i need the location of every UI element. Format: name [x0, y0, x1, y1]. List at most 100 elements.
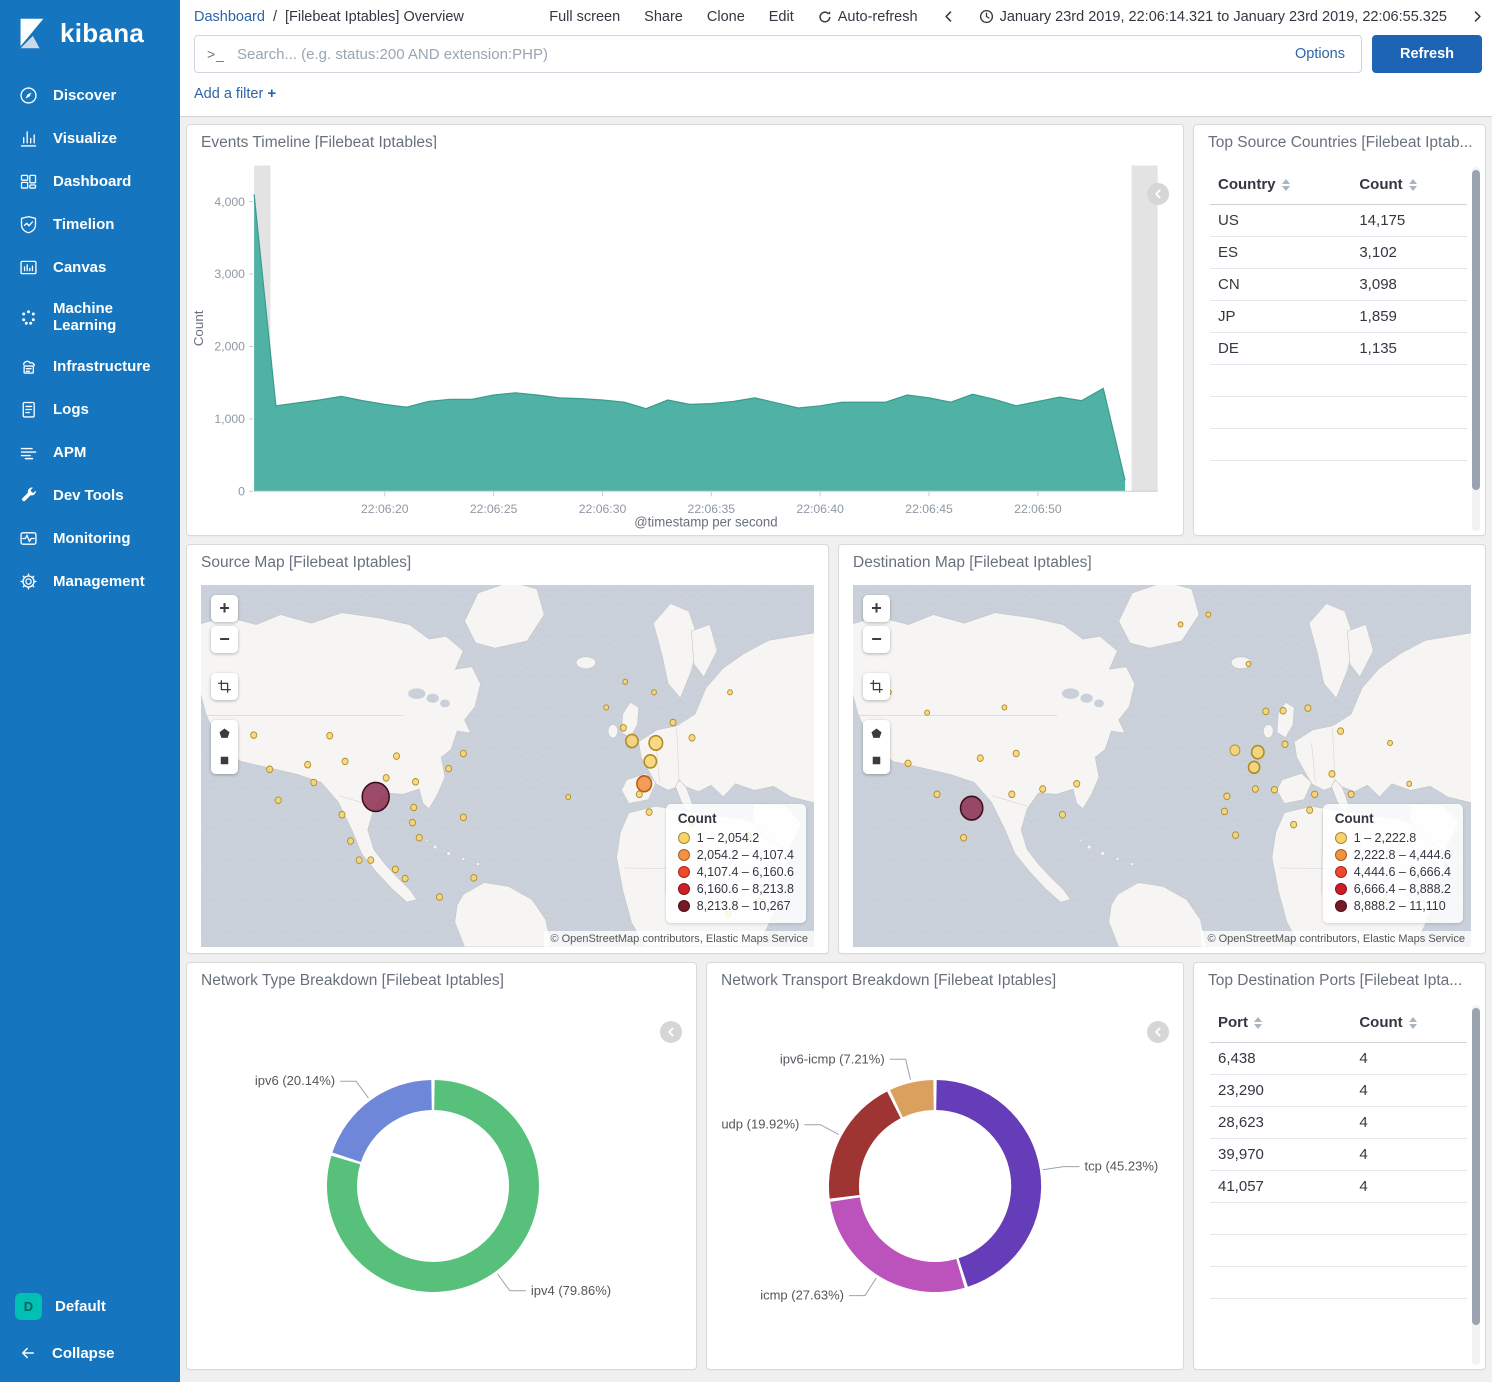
map-dot[interactable] [604, 705, 609, 710]
map-dot[interactable] [1252, 746, 1264, 759]
sidebar-item-infrastructure[interactable]: Infrastructure [0, 345, 180, 388]
scrollbar-thumb[interactable] [1472, 1008, 1480, 1325]
map-dot[interactable] [311, 779, 317, 786]
map-dot[interactable] [1246, 661, 1251, 666]
map-dot[interactable] [728, 690, 733, 695]
map-dot[interactable] [626, 734, 638, 747]
map-dot[interactable] [961, 796, 983, 820]
map-dot[interactable] [411, 804, 417, 811]
map-dot[interactable] [275, 797, 281, 804]
sidebar-item-monitoring[interactable]: Monitoring [0, 517, 180, 560]
column-header-count[interactable]: Count [1351, 1003, 1467, 1043]
draw-polygon-button[interactable] [863, 720, 890, 747]
refresh-button[interactable]: Refresh [1372, 35, 1482, 73]
map-dot[interactable] [925, 710, 930, 715]
destination-map[interactable]: + − Count1 – 2,222.82,222.8 – 4,444.64,4… [853, 585, 1471, 947]
map-dot[interactable] [393, 753, 399, 760]
map-dot[interactable] [1009, 791, 1015, 798]
map-dot[interactable] [460, 750, 466, 757]
scrollbar-thumb[interactable] [1472, 170, 1480, 490]
donut-slice-udp[interactable] [829, 1092, 901, 1199]
column-header-port[interactable]: Port [1210, 1003, 1351, 1043]
legend-toggle-button[interactable] [660, 1021, 682, 1043]
sidebar-item-discover[interactable]: Discover [0, 74, 180, 117]
map-dot[interactable] [1249, 761, 1260, 773]
map-dot[interactable] [1280, 707, 1286, 714]
table-scrollbar[interactable] [1472, 167, 1480, 531]
map-dot[interactable] [446, 765, 452, 772]
map-dot[interactable] [1282, 741, 1288, 748]
sidebar-item-visualize[interactable]: Visualize [0, 117, 180, 160]
search-input[interactable] [235, 45, 1273, 64]
map-dot[interactable] [471, 875, 477, 882]
map-dot[interactable] [267, 766, 273, 773]
map-dot[interactable] [646, 809, 652, 816]
table-row[interactable]: ES3,102 [1210, 237, 1467, 269]
column-header-country[interactable]: Country [1210, 165, 1351, 205]
map-dot[interactable] [416, 834, 422, 841]
map-dot[interactable] [368, 857, 374, 864]
sidebar-item-management[interactable]: Management [0, 560, 180, 603]
fit-bounds-button[interactable] [863, 673, 890, 700]
map-dot[interactable] [620, 725, 626, 732]
table-row[interactable]: 28,6234 [1210, 1107, 1467, 1139]
table-row[interactable]: JP1,859 [1210, 301, 1467, 333]
map-dot[interactable] [670, 719, 676, 726]
map-dot[interactable] [348, 838, 354, 845]
kibana-logo[interactable]: kibana [0, 0, 180, 68]
share-button[interactable]: Share [644, 9, 683, 25]
table-row[interactable]: 6,4384 [1210, 1043, 1467, 1075]
auto-refresh-button[interactable]: Auto-refresh [818, 9, 918, 25]
map-dot[interactable] [689, 734, 695, 741]
map-dot[interactable] [1271, 786, 1277, 793]
network-transport-donut[interactable]: tcp (45.23%)icmp (27.63%)udp (19.92%)ipv… [707, 995, 1183, 1369]
map-dot[interactable] [339, 811, 345, 818]
map-dot[interactable] [1263, 708, 1269, 715]
draw-rectangle-button[interactable] [863, 747, 890, 774]
map-dot[interactable] [977, 755, 983, 762]
network-type-donut[interactable]: ipv4 (79.86%)ipv6 (20.14%) [187, 995, 696, 1369]
map-dot[interactable] [392, 866, 398, 873]
sidebar-item-logs[interactable]: Logs [0, 388, 180, 431]
time-back-button[interactable] [942, 10, 955, 23]
map-dot[interactable] [649, 736, 662, 750]
fit-bounds-button[interactable] [211, 673, 238, 700]
table-row[interactable]: CN3,098 [1210, 269, 1467, 301]
draw-polygon-button[interactable] [211, 720, 238, 747]
events-timeline-chart[interactable]: 01,0002,0003,0004,00022:06:2022:06:2522:… [189, 149, 1175, 533]
map-dot[interactable] [1338, 728, 1344, 735]
sidebar-item-dashboard[interactable]: Dashboard [0, 160, 180, 203]
table-row[interactable]: 23,2904 [1210, 1075, 1467, 1107]
legend-toggle-button[interactable] [1147, 1021, 1169, 1043]
map-dot[interactable] [327, 732, 333, 739]
map-dot[interactable] [961, 834, 967, 841]
map-dot[interactable] [1002, 705, 1007, 710]
clone-button[interactable]: Clone [707, 9, 745, 25]
full-screen-button[interactable]: Full screen [549, 9, 620, 25]
map-dot[interactable] [636, 791, 642, 798]
map-dot[interactable] [362, 782, 389, 811]
source-map[interactable]: + − Count1 – 2,054.22,054.2 – 4,107.44,1… [201, 585, 814, 947]
map-dot[interactable] [1407, 781, 1412, 786]
sidebar-item-canvas[interactable]: Canvas [0, 246, 180, 289]
table-row[interactable]: 41,0574 [1210, 1171, 1467, 1203]
query-options-link[interactable]: Options [1283, 46, 1357, 62]
map-dot[interactable] [251, 732, 257, 739]
map-dot[interactable] [1388, 740, 1393, 745]
map-dot[interactable] [1040, 786, 1046, 793]
draw-rectangle-button[interactable] [211, 747, 238, 774]
donut-slice-tcp[interactable] [936, 1080, 1041, 1287]
zoom-out-button[interactable]: − [211, 626, 238, 653]
map-dot[interactable] [1312, 791, 1318, 798]
zoom-out-button[interactable]: − [863, 626, 890, 653]
map-dot[interactable] [1307, 807, 1313, 814]
map-dot[interactable] [934, 791, 940, 798]
map-dot[interactable] [1305, 705, 1311, 712]
map-dot[interactable] [1221, 808, 1227, 815]
map-dot[interactable] [623, 679, 628, 684]
map-dot[interactable] [1232, 832, 1238, 839]
map-dot[interactable] [383, 775, 389, 782]
sidebar-item-timelion[interactable]: Timelion [0, 203, 180, 246]
events-area-series[interactable] [254, 195, 1125, 492]
breadcrumb-dashboard-link[interactable]: Dashboard [194, 9, 265, 25]
